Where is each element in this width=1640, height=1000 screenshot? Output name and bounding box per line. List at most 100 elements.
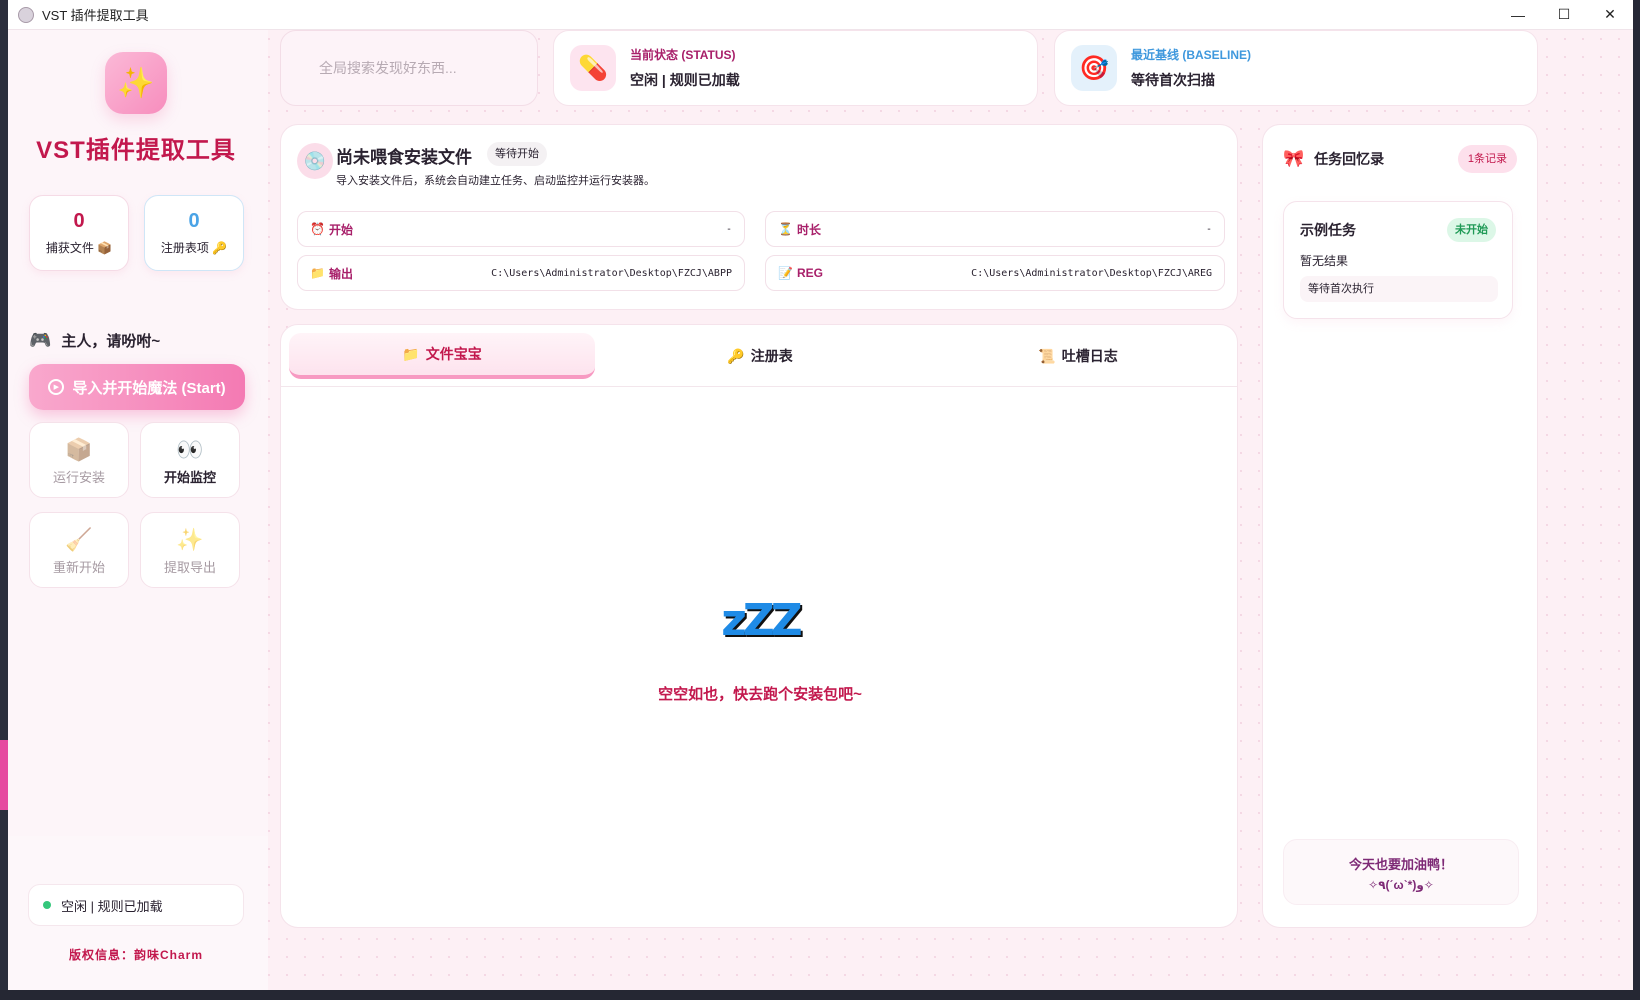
stat-label: 捕获文件 📦 <box>45 241 113 255</box>
start-button[interactable]: ▶ 导入并开始魔法 (Start) <box>29 364 245 410</box>
desktop-background-left <box>0 0 8 1000</box>
field-start: ⏰ 开始 - <box>297 211 745 247</box>
folder-icon: 📁 <box>310 266 325 280</box>
status-value: 空闲 | 规则已加载 <box>630 72 740 88</box>
tab-bar: 📁 文件宝宝 🔑 注册表 📜 吐槽日志 <box>281 325 1237 387</box>
extract-export-button[interactable]: ✨ 提取导出 <box>140 512 240 588</box>
ribbon-icon: 🎀 <box>1283 149 1305 168</box>
baseline-value: 等待首次扫描 <box>1131 72 1215 88</box>
field-value: C:\Users\Administrator\Desktop\FZCJ\AREG <box>971 267 1212 279</box>
field-output: 📁 输出 C:\Users\Administrator\Desktop\FZCJ\… <box>297 255 745 291</box>
minimize-button[interactable]: — <box>1495 0 1541 30</box>
task-status-badge: 未开始 <box>1447 218 1496 242</box>
close-button[interactable]: ✕ <box>1587 0 1633 30</box>
field-label: 开始 <box>328 222 353 237</box>
status-card: 💊 当前状态 (STATUS) 空闲 | 规则已加载 <box>553 30 1038 106</box>
tab-registry[interactable]: 🔑 注册表 <box>607 333 913 379</box>
gamepad-icon: 🎮 <box>29 330 52 350</box>
alarm-clock-icon: ⏰ <box>310 222 325 236</box>
run-install-button[interactable]: 📦 运行安装 <box>29 422 129 498</box>
scroll-icon: 📜 <box>1038 347 1056 364</box>
copyright: 版权信息：韵味Charm <box>68 948 203 962</box>
greeting: 🎮 主人，请吩咐~ <box>29 330 160 351</box>
desktop-fragment <box>0 740 8 810</box>
target-icon: 🎯 <box>1071 45 1117 91</box>
app-window: VST 插件提取工具 — ☐ ✕ ✨ VST插件提取工具 0 捕获文件 📦 0 … <box>8 0 1633 990</box>
pill-icon: 💊 <box>570 45 616 91</box>
hourglass-icon: ⏳ <box>778 222 793 236</box>
start-monitor-button[interactable]: 👀 开始监控 <box>140 422 240 498</box>
task-description: 导入安装文件后，系统会自动建立任务、启动监控并运行安装器。 <box>336 175 655 187</box>
baseline-label: 最近基线 (BASELINE) <box>1131 48 1252 62</box>
task-name: 示例任务 <box>1300 222 1356 238</box>
tab-label: 文件宝宝 <box>425 346 482 362</box>
task-title: 尚未喂食安装文件 <box>336 148 472 167</box>
field-label: REG <box>796 266 823 280</box>
task-card: 💿 尚未喂食安装文件 等待开始 导入安装文件后，系统会自动建立任务、启动监控并运… <box>280 124 1238 310</box>
stat-captured-files: 0 捕获文件 📦 <box>29 195 129 271</box>
memo-icon: 📝 <box>778 266 793 280</box>
global-search-input[interactable]: 全局搜索发现好东西... <box>280 30 538 106</box>
package-icon: 📦 <box>97 241 113 255</box>
status-text: 空闲 | 规则已加载 <box>61 898 163 914</box>
sidebar-status: 空闲 | 规则已加载 <box>28 884 244 926</box>
key-icon: 🔑 <box>727 347 745 364</box>
stat-value: 0 <box>188 210 200 232</box>
key-icon: 🔑 <box>212 241 228 255</box>
sidebar: ✨ VST插件提取工具 0 捕获文件 📦 0 注册表项 🔑 🎮 主人，请吩咐~ … <box>8 30 268 990</box>
main-content: ✨ VST插件提取工具 0 捕获文件 📦 0 注册表项 🔑 🎮 主人，请吩咐~ … <box>8 30 1633 990</box>
button-label: 重新开始 <box>52 560 105 575</box>
field-label: 输出 <box>328 266 353 281</box>
cheer-message: 今天也要加油鸭！ ✧٩(ˊωˋ*)و✧ <box>1283 839 1519 905</box>
play-icon: ▶ <box>48 379 65 395</box>
restart-button[interactable]: 🧹 重新开始 <box>29 512 129 588</box>
task-memo-panel: 🎀 任务回忆录 1条记录 示例任务 未开始 暂无结果 等待首次执行 今天也要加油… <box>1262 124 1538 928</box>
baseline-card: 🎯 最近基线 (BASELINE) 等待首次扫描 <box>1054 30 1538 106</box>
task-state-badge: 等待开始 <box>487 142 547 166</box>
field-value: - <box>1205 223 1212 235</box>
field-value: - <box>725 223 732 235</box>
greeting-text: 主人，请吩咐~ <box>61 333 161 350</box>
task-result: 暂无结果 <box>1300 254 1349 268</box>
title-bar[interactable]: VST 插件提取工具 — ☐ ✕ <box>8 0 1633 30</box>
button-label: 开始监控 <box>163 470 216 485</box>
app-name: VST插件提取工具 <box>36 137 236 164</box>
maximize-button[interactable]: ☐ <box>1541 0 1587 30</box>
desktop-background-bottom <box>0 990 1640 1000</box>
empty-state-text: 空空如也，快去跑个安装包吧~ <box>658 686 862 703</box>
tabs-panel: 📁 文件宝宝 🔑 注册表 📜 吐槽日志 zZZ 空空如也，快去跑个安装包吧~ <box>280 324 1238 928</box>
task-history-item[interactable]: 示例任务 未开始 暂无结果 等待首次执行 <box>1283 201 1513 319</box>
cheer-line-1: 今天也要加油鸭！ <box>1348 857 1453 872</box>
cheer-line-2: ✧٩(ˊωˋ*)و✧ <box>1368 878 1434 892</box>
tab-label: 吐槽日志 <box>1061 348 1118 364</box>
button-label: 运行安装 <box>52 470 105 485</box>
tab-log[interactable]: 📜 吐槽日志 <box>925 333 1231 379</box>
field-label: 时长 <box>796 222 821 237</box>
window-title: VST 插件提取工具 <box>42 8 149 23</box>
app-icon <box>18 6 34 23</box>
field-value: C:\Users\Administrator\Desktop\FZCJ\ABPP <box>491 267 732 279</box>
field-reg: 📝 REG C:\Users\Administrator\Desktop\FZCJ… <box>765 255 1225 291</box>
task-detail: 等待首次执行 <box>1300 276 1498 302</box>
broom-icon: 🧹 <box>65 527 93 552</box>
sparkle-icon: ✨ <box>176 527 204 552</box>
stat-label: 注册表项 🔑 <box>160 241 228 255</box>
memo-header: 🎀 任务回忆录 <box>1283 149 1384 169</box>
sparkles-icon: ✨ <box>105 52 167 114</box>
stat-registry-items: 0 注册表项 🔑 <box>144 195 244 271</box>
zzz-icon: zZZ <box>721 595 802 646</box>
button-label: 提取导出 <box>163 560 216 575</box>
status-label: 当前状态 (STATUS) <box>630 48 736 62</box>
eyes-icon: 👀 <box>176 437 204 462</box>
field-duration: ⏳ 时长 - <box>765 211 1225 247</box>
disc-icon: 💿 <box>297 143 333 179</box>
status-dot-icon <box>43 901 51 909</box>
start-button-label: 导入并开始魔法 (Start) <box>72 379 226 397</box>
memo-title: 任务回忆录 <box>1314 151 1385 167</box>
desktop-background-right <box>1633 0 1640 1000</box>
record-count-badge: 1条记录 <box>1457 145 1517 173</box>
window-controls: — ☐ ✕ <box>1495 0 1633 30</box>
stat-value: 0 <box>73 210 85 232</box>
tab-files[interactable]: 📁 文件宝宝 <box>289 333 595 379</box>
folder-icon: 📁 <box>402 345 420 362</box>
